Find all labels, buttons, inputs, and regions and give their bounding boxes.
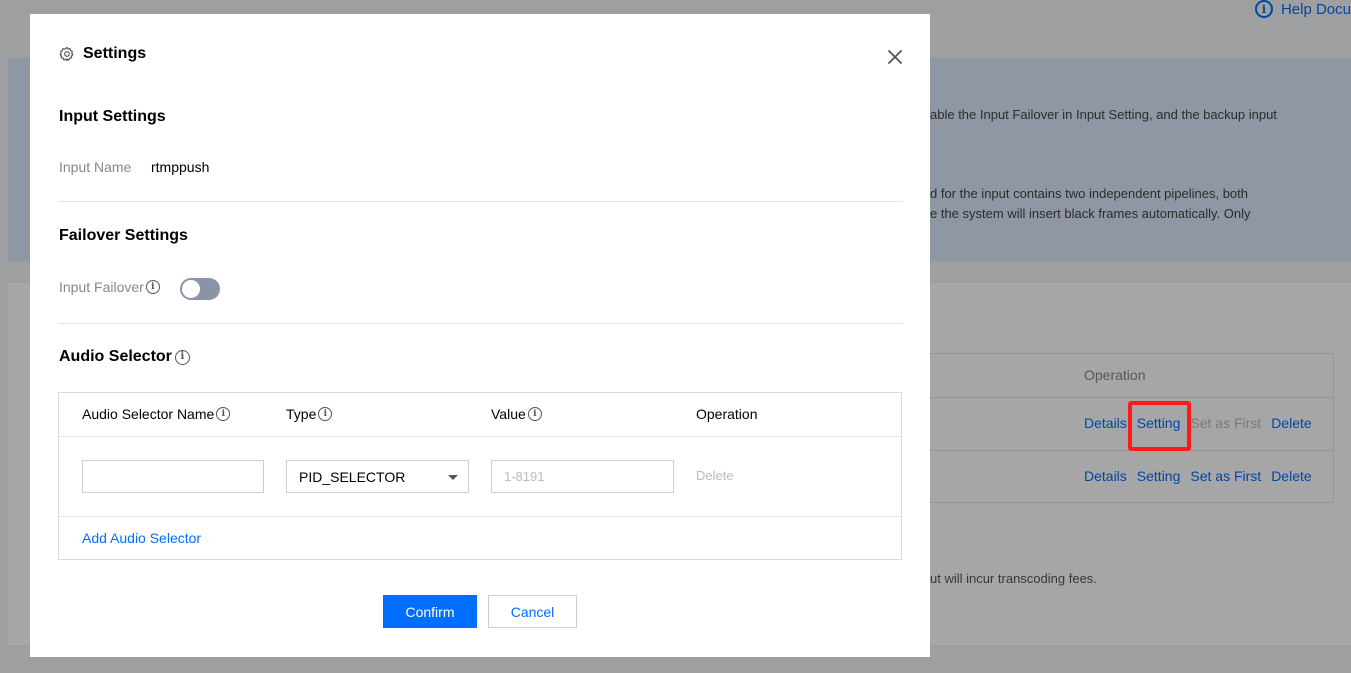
input-failover-toggle[interactable] — [180, 278, 220, 300]
type-select-value: PID_SELECTOR — [299, 468, 406, 485]
column-header-value: Value i — [491, 406, 542, 422]
divider — [58, 323, 903, 324]
info-icon[interactable]: i — [145, 280, 160, 294]
settings-dialog: Settings Input Settings Input Name rtmpp… — [30, 14, 930, 657]
chevron-down-icon — [448, 475, 458, 480]
audio-selector-title: Audio Selector i — [59, 348, 190, 366]
value-input[interactable] — [491, 460, 674, 493]
confirm-button[interactable]: Confirm — [383, 595, 477, 628]
column-header-type: Type i — [286, 406, 333, 422]
table-row: PID_SELECTOR Delete — [59, 437, 901, 517]
info-icon[interactable]: i — [216, 407, 231, 421]
input-settings-title: Input Settings — [59, 108, 166, 125]
highlight-annotation — [1128, 401, 1191, 451]
column-header-name: Audio Selector Name i — [82, 406, 231, 422]
info-icon[interactable]: i — [527, 407, 542, 421]
input-failover-label: Input Failover i — [59, 279, 160, 295]
input-name-label: Input Name — [59, 159, 132, 175]
column-header-operation: Operation — [696, 406, 758, 422]
failover-settings-title: Failover Settings — [59, 227, 188, 244]
gear-icon — [59, 46, 74, 62]
audio-selector-table: Audio Selector Name i Type i Value i Ope… — [58, 392, 902, 560]
table-header: Audio Selector Name i Type i Value i Ope… — [59, 393, 901, 437]
close-icon[interactable] — [886, 48, 904, 66]
audio-selector-name-input[interactable] — [82, 460, 264, 493]
dialog-title: Settings — [83, 45, 147, 62]
type-select[interactable]: PID_SELECTOR — [286, 460, 469, 493]
info-icon[interactable]: i — [318, 407, 333, 421]
add-audio-selector-link[interactable]: Add Audio Selector — [82, 530, 201, 546]
info-icon[interactable]: i — [174, 349, 190, 365]
dialog-header: Settings — [59, 45, 146, 63]
input-name-value: rtmppush — [151, 159, 210, 175]
toggle-knob — [182, 280, 200, 298]
divider — [58, 201, 903, 202]
delete-row-button: Delete — [696, 468, 734, 483]
cancel-button[interactable]: Cancel — [488, 595, 577, 628]
